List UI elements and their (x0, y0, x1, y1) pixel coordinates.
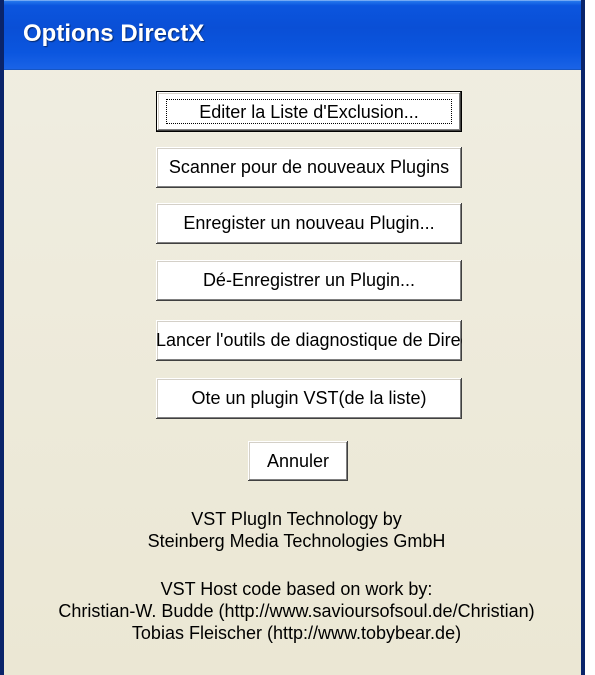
vst-technology-line-1: VST PlugIn Technology by (191, 509, 402, 529)
register-new-plugin-button[interactable]: Enregister un nouveau Plugin... (156, 203, 462, 244)
host-code-line-3: Tobias Fleischer (http://www.tobybear.de… (131, 623, 462, 643)
vst-technology-credit: VST PlugIn Technology by Steinberg Media… (4, 508, 581, 552)
dialog-title: Options DirectX (23, 20, 205, 47)
launch-diagnostic-tool-label: Lancer l'outils de diagnostique de Direc… (156, 330, 462, 350)
register-new-plugin-label: Enregister un nouveau Plugin... (183, 213, 435, 233)
host-code-credit: VST Host code based on work by: Christia… (4, 578, 581, 644)
scan-new-plugins-button[interactable]: Scanner pour de nouveaux Plugins (156, 147, 462, 188)
edit-exclusion-list-button[interactable]: Editer la Liste d'Exclusion... (156, 91, 462, 132)
directx-options-dialog: Options DirectX Editer la Liste d'Exclus… (0, 0, 585, 675)
remove-vst-plugin-button[interactable]: Ote un plugin VST(de la liste) (156, 378, 462, 419)
cancel-label: Annuler (266, 451, 330, 471)
edit-exclusion-list-label: Editer la Liste d'Exclusion... (199, 102, 419, 122)
host-code-line-2: Christian-W. Budde (http://www.saviourso… (58, 601, 535, 621)
launch-diagnostic-tool-button[interactable]: Lancer l'outils de diagnostique de Direc… (156, 320, 462, 361)
scan-new-plugins-label: Scanner pour de nouveaux Plugins (168, 157, 450, 177)
vst-technology-line-2: Steinberg Media Technologies GmbH (147, 531, 446, 551)
cancel-button[interactable]: Annuler (248, 441, 348, 481)
remove-vst-plugin-label: Ote un plugin VST(de la liste) (191, 388, 427, 408)
host-code-line-1: VST Host code based on work by: (160, 579, 433, 599)
title-bar[interactable]: Options DirectX (4, 0, 581, 70)
unregister-plugin-button[interactable]: Dé-Enregistrer un Plugin... (156, 260, 462, 301)
unregister-plugin-label: Dé-Enregistrer un Plugin... (202, 270, 416, 290)
